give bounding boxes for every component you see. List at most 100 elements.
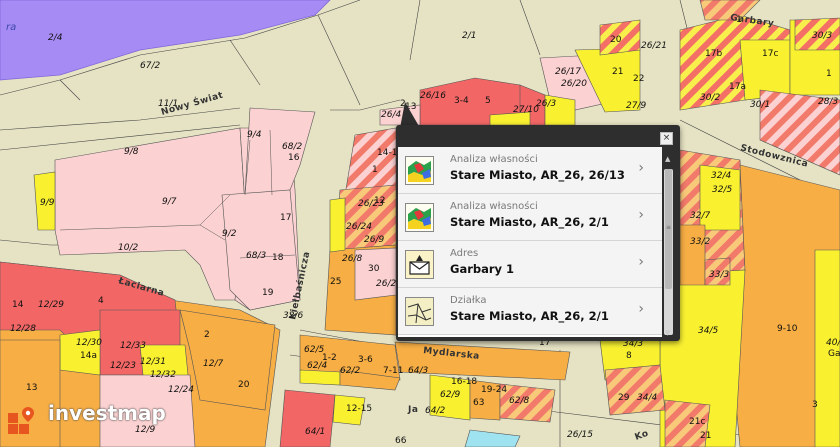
brand-name: investmap (48, 401, 166, 425)
item-value: Garbary 1 (450, 262, 515, 276)
list-item-parcel[interactable]: Działka Stare Miasto, AR_26, 2/1 › (398, 288, 662, 335)
parcel-label: 2/1 (462, 31, 476, 41)
parcel-label: 12/9 (135, 425, 155, 435)
parcel-label: 30/2 (700, 93, 720, 103)
parcel-label: 62/9 (440, 390, 460, 400)
water-label: ra (6, 22, 16, 33)
parcel-label: 30/1 (750, 100, 770, 110)
item-category: Analiza własności (450, 201, 538, 212)
scroll-up-arrow[interactable]: ▲ (665, 155, 670, 163)
parcel-label: 26/8 (342, 254, 362, 264)
investmap-logo-icon (8, 407, 34, 434)
parcel-label: 26/9 (364, 235, 384, 245)
ownership-analysis-icon (405, 156, 434, 185)
parcel-label: 12/31 (140, 357, 166, 367)
parcel-label: 29 (618, 393, 630, 403)
list-item-ownership-2[interactable]: Analiza własności Stare Miasto, AR_26, 2… (398, 194, 662, 241)
chevron-right-icon[interactable]: › (638, 301, 644, 317)
parcel-label: 21c (689, 417, 705, 427)
parcel-label: 18 (272, 253, 284, 263)
parcel-label: 26/4 (381, 110, 401, 120)
parcel-label: 68/3 (246, 251, 266, 261)
parcel-label: 40/3 (826, 338, 840, 348)
parcel-label: 12/30 (76, 338, 102, 348)
parcel-label: 12/32 (150, 370, 176, 380)
parcel-label: 30/3 (812, 31, 832, 41)
parcel-label: 33/2 (690, 237, 710, 247)
parcel-map-icon (405, 297, 434, 326)
parcel-label: 20 (238, 380, 250, 390)
parcel-label: 26/24 (346, 222, 372, 232)
parcel-label: 1-2 (322, 353, 337, 363)
parcel-label: 63 (473, 398, 484, 408)
parcel-label: 7-11 (383, 366, 403, 376)
parcel-label: 26/21 (641, 41, 667, 51)
parcel-label: 26/3 (536, 99, 556, 109)
parcel-label: 12/23 (110, 361, 136, 371)
parcel-label: 2/4 (48, 33, 63, 43)
list-item-ownership-1[interactable]: Analiza własności Stare Miasto, AR_26, 2… (398, 147, 662, 194)
parcel-label: 25 (330, 277, 341, 287)
scrollbar-grip-icon: ≡ (665, 224, 672, 231)
parcel-label: 3-4 (454, 96, 469, 106)
street-label-ja: Ja (407, 405, 418, 415)
parcel-yellow (329, 197, 346, 253)
parcel-label: 1 (372, 165, 378, 175)
parcel-yellow (299, 369, 341, 386)
parcel-label: 12/28 (10, 324, 36, 334)
parcel-label: Garb 25/3 (828, 349, 840, 359)
list-item-address[interactable]: Adres Garbary 1 › (398, 241, 662, 288)
parcel-label: 4 (98, 296, 104, 306)
parcel-label: 32/6 (283, 311, 303, 321)
parcel-label: 68/2 (282, 142, 302, 152)
parcel-label: 66 (395, 436, 407, 446)
parcel-label: 12/33 (120, 341, 146, 351)
parcel-label: 19 (262, 288, 274, 298)
parcel-label: 62/2 (340, 366, 360, 376)
result-list: Analiza własności Stare Miasto, AR_26, 2… (398, 147, 662, 337)
chevron-right-icon[interactable]: › (638, 160, 644, 176)
chevron-right-icon[interactable]: › (638, 254, 644, 270)
parcel-label: 34/5 (698, 326, 718, 336)
parcel-label: 2 (204, 330, 210, 340)
close-button[interactable]: × (660, 132, 673, 145)
parcel-label: 10/2 (118, 243, 138, 253)
parcel-label: 17b (705, 49, 722, 59)
parcel-label: 12-15 (346, 404, 372, 414)
scroll-down-arrow[interactable]: ▼ (665, 329, 670, 337)
parcel-label: 14 (12, 300, 24, 310)
chevron-right-icon[interactable]: › (638, 207, 644, 223)
parcel-label: 12/29 (38, 300, 64, 310)
item-value: Stare Miasto, AR_26, 2/1 (450, 215, 609, 229)
parcel-red (279, 389, 336, 447)
parcel-label: 16-18 (451, 377, 477, 387)
parcel-label: 17 (280, 213, 291, 223)
parcel-label: 3-6 (358, 355, 373, 365)
address-envelope-icon (405, 250, 434, 279)
parcel-label: 12 (374, 196, 385, 206)
parcel-label: 14a (80, 351, 97, 361)
parcel-label: 62/8 (509, 396, 529, 406)
parcel-label: 28/3 (818, 97, 838, 107)
parcel-label: 67/2 (140, 61, 160, 71)
parcel-label: 11/1 (158, 99, 178, 109)
item-category: Adres (450, 248, 479, 259)
parcel-label: 9/2 (222, 229, 237, 239)
parcel-label: 3 (812, 400, 818, 410)
parcel-label: 26/20 (561, 79, 587, 89)
scrollbar[interactable]: ≡ (664, 169, 673, 335)
feature-info-popup[interactable]: × ▲ Analiza własności Stare Miasto, AR_2… (396, 125, 680, 341)
parcel-label: 64/3 (408, 366, 428, 376)
parcel-label: 1 (736, 15, 742, 25)
parcel-label: 20 (610, 35, 622, 45)
parcel-label: 9/7 (162, 197, 177, 207)
parcel-label: 26/16 (420, 91, 446, 101)
parcel-label: 19-24 (481, 385, 507, 395)
parcel-label: 1 (826, 69, 832, 79)
parcel-label: 16 (288, 153, 300, 163)
item-value: Stare Miasto, AR_26, 2/1 (450, 309, 609, 323)
parcel-label: 5 (485, 96, 491, 106)
parcel-label: 12/24 (168, 385, 194, 395)
parcel-label: 32/4 (711, 171, 731, 181)
parcel-label: 9/8 (124, 147, 139, 157)
